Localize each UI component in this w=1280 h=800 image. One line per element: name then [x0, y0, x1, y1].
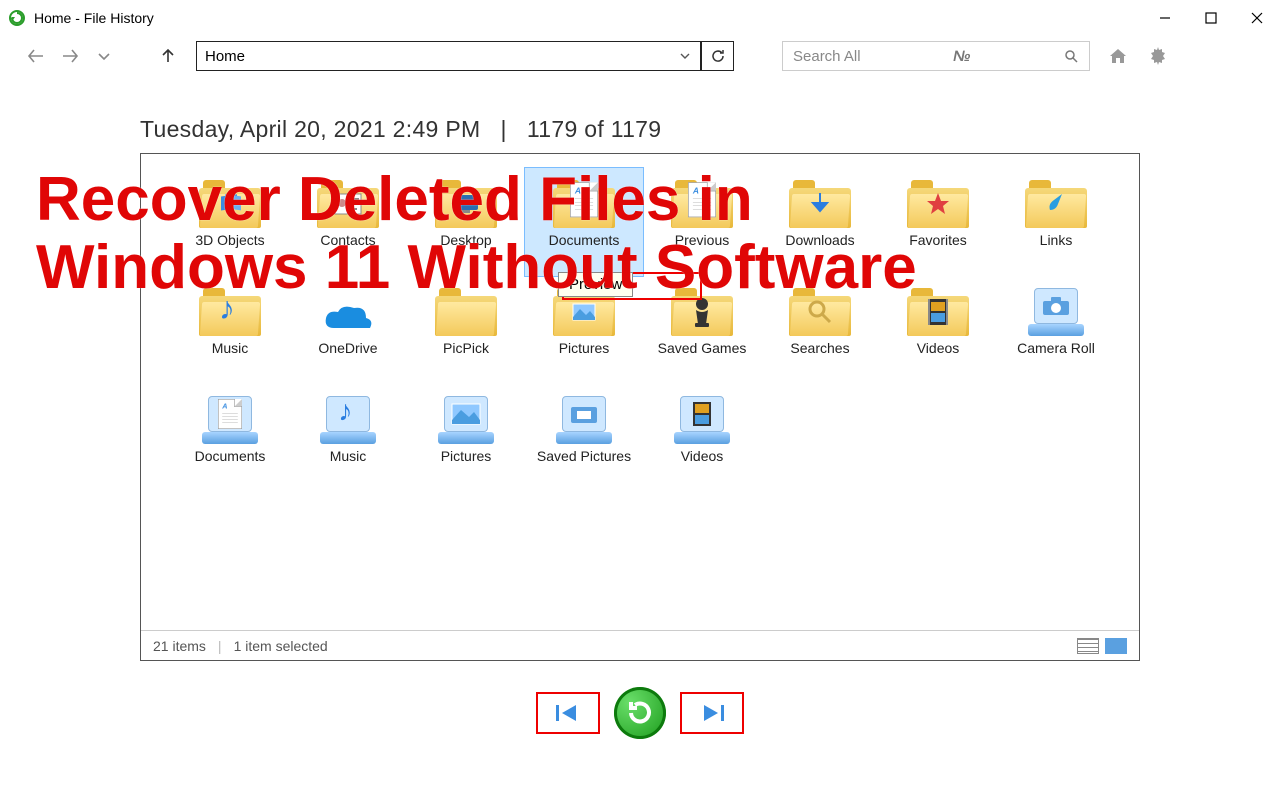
minimize-button[interactable] — [1142, 0, 1188, 36]
folder-desktop[interactable]: Desktop — [407, 168, 525, 276]
next-version-button[interactable] — [680, 692, 744, 734]
refresh-button[interactable] — [700, 41, 734, 71]
address-text: Home — [205, 48, 245, 65]
item-label: Saved Games — [658, 340, 747, 356]
search-icon — [1063, 48, 1079, 64]
library-saved-pictures[interactable]: Saved Pictures — [525, 384, 643, 492]
snapshot-position: 1179 of 1179 — [527, 116, 661, 142]
library-documents[interactable]: A Documents — [171, 384, 289, 492]
up-button[interactable] — [154, 42, 182, 70]
folder-downloads[interactable]: Downloads — [761, 168, 879, 276]
item-label: Favorites — [909, 232, 967, 248]
item-label: Searches — [790, 340, 849, 356]
item-label: Desktop — [440, 232, 491, 248]
folder-documents[interactable]: A Documents — [525, 168, 643, 276]
item-label: Pictures — [441, 448, 492, 464]
folder-favorites[interactable]: Favorites — [879, 168, 997, 276]
search-placeholder: Search All — [793, 48, 861, 65]
home-icon[interactable] — [1106, 44, 1130, 68]
snapshot-info: Tuesday, April 20, 2021 2:49 PM | 1179 o… — [140, 116, 1280, 143]
item-label: Previous — [675, 232, 729, 248]
back-button[interactable] — [22, 42, 50, 70]
view-details-button[interactable] — [1077, 638, 1099, 654]
item-label: Pictures — [559, 340, 610, 356]
item-label: Contacts — [320, 232, 375, 248]
item-label: Camera Roll — [1017, 340, 1095, 356]
file-pane: 3D Objects Contacts Desktop A Documents … — [140, 153, 1140, 661]
item-label: OneDrive — [318, 340, 377, 356]
library-camera-roll[interactable]: Camera Roll — [997, 276, 1115, 384]
item-label: Documents — [195, 448, 266, 464]
folder-picpick[interactable]: PicPick — [407, 276, 525, 384]
folder-documents-2[interactable]: A Previous — [643, 168, 761, 276]
item-label: Videos — [917, 340, 960, 356]
view-icons-button[interactable] — [1105, 638, 1127, 654]
preview-tooltip: Preview — [558, 272, 633, 297]
folder-3d-objects[interactable]: 3D Objects — [171, 168, 289, 276]
app-icon — [8, 9, 26, 27]
item-label: Music — [212, 340, 249, 356]
chevron-down-icon[interactable] — [678, 49, 692, 67]
library-music[interactable]: Music — [289, 384, 407, 492]
search-input[interactable]: Search All № — [782, 41, 1090, 71]
library-videos[interactable]: Videos — [643, 384, 761, 492]
library-pictures[interactable]: Pictures — [407, 384, 525, 492]
previous-version-button[interactable] — [536, 692, 600, 734]
history-controls — [140, 687, 1140, 739]
folder-links[interactable]: Links — [997, 168, 1115, 276]
folder-music[interactable]: Music — [171, 276, 289, 384]
address-bar[interactable]: Home — [196, 41, 701, 71]
item-label: PicPick — [443, 340, 489, 356]
item-label: Links — [1040, 232, 1073, 248]
close-button[interactable] — [1234, 0, 1280, 36]
item-label: 3D Objects — [195, 232, 264, 248]
gear-icon[interactable] — [1146, 44, 1170, 68]
item-label: Saved Pictures — [537, 448, 631, 464]
maximize-button[interactable] — [1188, 0, 1234, 36]
item-label: Downloads — [785, 232, 854, 248]
navigation-bar: Home Search All № — [0, 36, 1280, 76]
item-label: Documents — [549, 232, 620, 248]
selection-count: 1 item selected — [234, 638, 328, 654]
folder-videos[interactable]: Videos — [879, 276, 997, 384]
item-label: Music — [330, 448, 367, 464]
folder-contacts[interactable]: Contacts — [289, 168, 407, 276]
item-count: 21 items — [153, 638, 206, 654]
snapshot-timestamp: Tuesday, April 20, 2021 2:49 PM — [140, 116, 480, 142]
title-bar: Home - File History — [0, 0, 1280, 36]
folder-searches[interactable]: Searches — [761, 276, 879, 384]
status-bar: 21 items | 1 item selected — [141, 630, 1139, 660]
recent-button[interactable] — [90, 42, 118, 70]
folder-onedrive[interactable]: OneDrive — [289, 276, 407, 384]
window-title: Home - File History — [34, 10, 154, 26]
search-icon: № — [953, 48, 970, 65]
forward-button[interactable] — [56, 42, 84, 70]
item-label: Videos — [681, 448, 724, 464]
restore-button[interactable] — [614, 687, 666, 739]
